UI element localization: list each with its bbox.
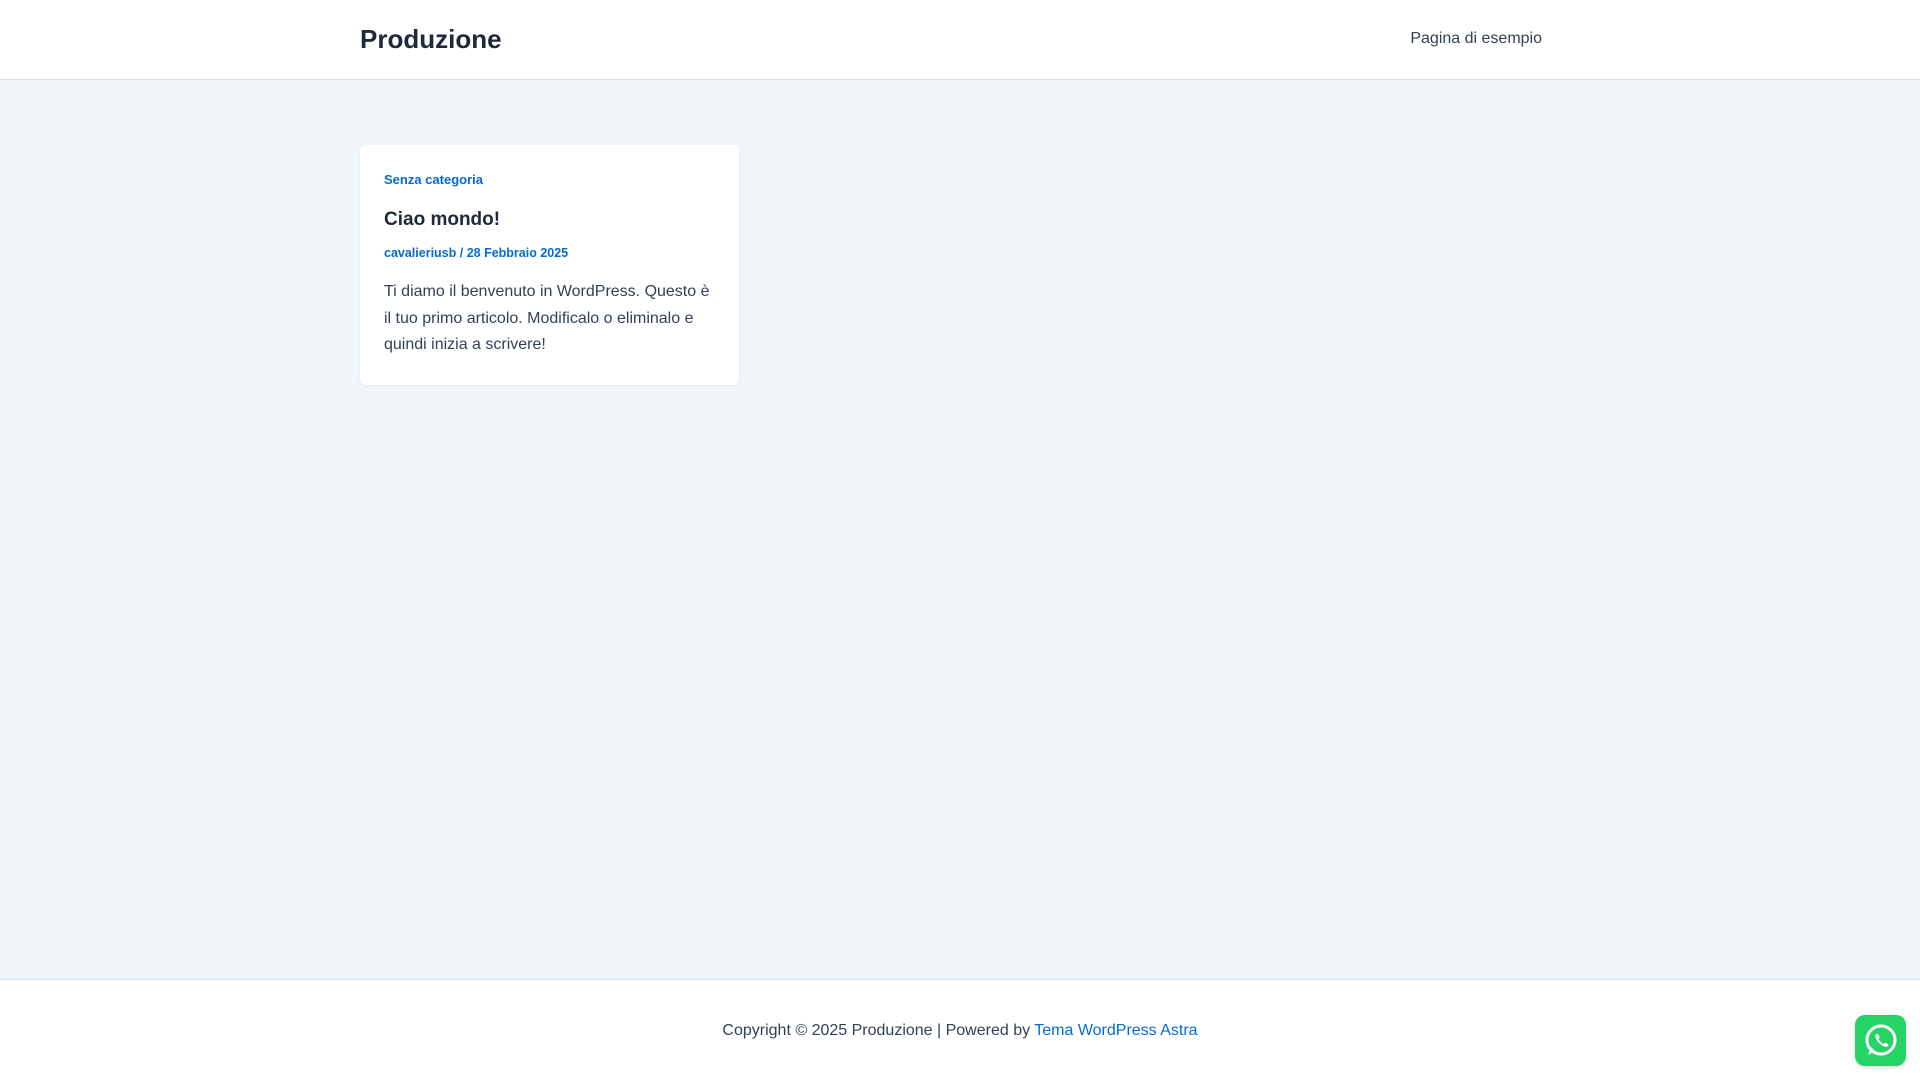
post-excerpt: Ti diamo il benvenuto in WordPress. Ques…: [384, 283, 710, 353]
post-title: Ciao mondo!: [384, 208, 715, 232]
post-title-link[interactable]: Ciao mondo!: [384, 209, 500, 230]
site-title-link[interactable]: Produzione: [360, 22, 502, 56]
site-footer: Copyright © 2025 Produzione | Powered by…: [0, 979, 1920, 1080]
post-author-link[interactable]: cavalieriusb: [384, 246, 456, 260]
footer-copyright: Copyright © 2025 Produzione | Powered by…: [0, 1020, 1920, 1042]
nav-item-pagina-di-esempio[interactable]: Pagina di esempio: [1410, 28, 1542, 50]
post-meta-separator: /: [456, 246, 467, 260]
post-meta: cavalieriusb / 28 Febbraio 2025: [384, 245, 715, 261]
whatsapp-icon: [1865, 1024, 1896, 1055]
main-content: Senza categoria Ciao mondo! cavalieriusb…: [0, 81, 1920, 979]
site-header: Produzione Pagina di esempio: [0, 0, 1920, 80]
post-date-link[interactable]: 28 Febbraio 2025: [467, 246, 568, 260]
whatsapp-chat-button[interactable]: [1855, 1015, 1906, 1066]
main-navigation: Pagina di esempio: [1410, 28, 1542, 50]
post-category-link[interactable]: Senza categoria: [384, 171, 483, 189]
footer-copyright-text: Copyright © 2025 Produzione | Powered by: [722, 1022, 1035, 1039]
footer-theme-link[interactable]: Tema WordPress Astra: [1034, 1022, 1197, 1039]
post-card: Senza categoria Ciao mondo! cavalieriusb…: [360, 145, 739, 385]
